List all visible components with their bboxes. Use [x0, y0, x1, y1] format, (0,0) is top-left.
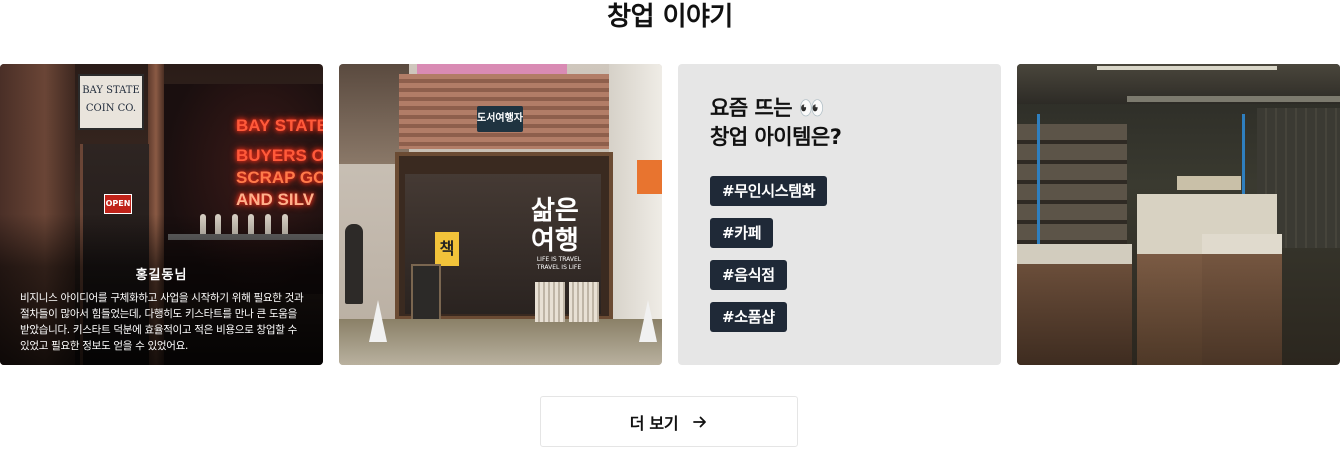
tag-gift-shop[interactable]: #소품샵 [710, 302, 787, 332]
pedestrian [345, 224, 363, 304]
trending-items-card[interactable]: 요즘 뜨는 👀 창업 아이템은? #무인시스템화 #카페 #음식점 #소품샵 [678, 64, 1001, 365]
store-sign [1177, 176, 1241, 190]
tag-restaurant[interactable]: #음식점 [710, 260, 787, 290]
shop-sign: BAY STATE COIN CO. [78, 74, 144, 130]
neon-sign-line: SCRAP GO [236, 168, 323, 187]
trending-title-line: 요즘 뜨는 👀 [710, 96, 825, 120]
neon-sign-line: BUYERS OF [236, 146, 323, 165]
building-wall [609, 64, 662, 324]
traffic-cone [369, 300, 387, 342]
glass-sub-lettering: LIFE IS TRAVEL TRAVEL IS LIFE [536, 256, 582, 271]
ceiling-beam [1127, 96, 1340, 102]
glass-lettering-line: 삶은 [531, 196, 579, 226]
open-sign: OPEN [104, 194, 132, 214]
story-card-review[interactable]: BAY STATE COIN CO. OPEN BAY STATE BUYERS… [0, 64, 323, 365]
story-card-image[interactable]: 도서여행자 삶은 여행 LIFE IS TRAVEL TRAVEL IS LIF… [339, 64, 662, 365]
reviewer-name: 홍길동님 [135, 268, 188, 283]
menu-board [411, 264, 441, 324]
ground [339, 319, 662, 365]
trending-title: 요즘 뜨는 👀 창업 아이템은? [710, 94, 970, 152]
tag-unmanned-system[interactable]: #무인시스템화 [710, 176, 828, 206]
section-title: 창업 이야기 [607, 2, 733, 32]
bookshop-image: 도서여행자 삶은 여행 LIFE IS TRAVEL TRAVEL IS LIF… [339, 64, 662, 365]
front-counter [1017, 244, 1132, 264]
glass-lettering-line: 여행 [531, 226, 579, 256]
more-button-label: 더 보기 [629, 413, 679, 433]
story-card-image[interactable] [1017, 64, 1340, 365]
neon-sign-line: AND SILV [236, 190, 315, 209]
side-counter-base [1202, 254, 1282, 365]
orange-awning [637, 160, 662, 194]
trending-title-line: 창업 아이템은? [710, 125, 842, 149]
arrow-right-icon [692, 414, 708, 430]
more-button[interactable]: 더 보기 [540, 396, 798, 447]
folding-chair [535, 282, 565, 322]
blue-pole [1037, 114, 1040, 244]
story-cards: BAY STATE COIN CO. OPEN BAY STATE BUYERS… [0, 64, 1340, 365]
folding-chair [569, 282, 599, 322]
tag-cafe[interactable]: #카페 [710, 218, 774, 248]
traffic-cone [639, 300, 657, 342]
book-sign: 책 [435, 232, 459, 266]
ceiling-light [1097, 66, 1277, 70]
neon-sign-line: BAY STATE [236, 116, 323, 135]
side-counter [1202, 234, 1282, 254]
shop-nameplate: 도서여행자 [477, 106, 523, 132]
review-text: 비지니스 아이디어를 구체화하고 사업을 시작하기 위해 필요한 것과 절차들이… [20, 292, 304, 352]
glass-lettering: 삶은 여행 [531, 196, 579, 256]
front-counter-base [1017, 264, 1132, 365]
store-interior-image [1017, 64, 1340, 365]
